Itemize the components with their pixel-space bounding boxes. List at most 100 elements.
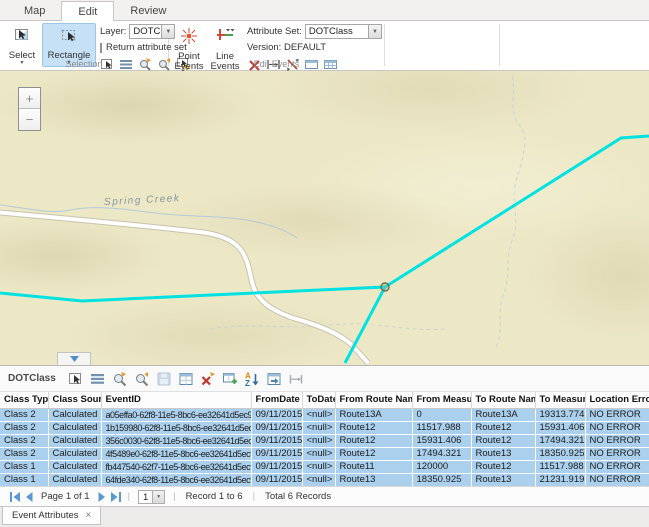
zoom-out-button[interactable]: − bbox=[19, 109, 40, 130]
table-cell[interactable]: Route12 bbox=[335, 421, 412, 434]
table-cell[interactable]: Route12 bbox=[471, 421, 535, 434]
page-number-caret-icon[interactable]: ▼ bbox=[152, 491, 164, 503]
table-cell[interactable]: fb447540-62f7-11e5-8bc6-ee32641d5ec9 bbox=[101, 460, 251, 473]
table-cell[interactable]: Route12 bbox=[471, 460, 535, 473]
zoom-in-button[interactable]: + bbox=[19, 88, 40, 109]
table-cell[interactable]: 11517.988 bbox=[535, 460, 585, 473]
show-panel-icon[interactable] bbox=[266, 371, 282, 387]
table-cell[interactable]: Route13A bbox=[335, 408, 412, 421]
menu-icon[interactable] bbox=[90, 371, 106, 387]
table-cell[interactable]: 4f5489e0-62f8-11e5-8bc6-ee32641d5ec9 bbox=[101, 447, 251, 460]
table-cell[interactable]: Route13 bbox=[335, 473, 412, 486]
add-record-icon[interactable] bbox=[222, 371, 238, 387]
table-cell[interactable]: Route13 bbox=[471, 473, 535, 486]
table-cell[interactable]: <null> bbox=[302, 447, 335, 460]
table-row[interactable]: Class 2Calculated356c0030-62f8-11e5-8bc6… bbox=[0, 434, 649, 447]
table-cell[interactable]: 15931.406 bbox=[535, 421, 585, 434]
table-cell[interactable]: 120000 bbox=[412, 460, 471, 473]
tab-map[interactable]: Map bbox=[8, 2, 61, 20]
table-cell[interactable]: NO ERROR bbox=[585, 421, 649, 434]
table-cell[interactable]: NO ERROR bbox=[585, 460, 649, 473]
table-cell[interactable]: Route12 bbox=[335, 434, 412, 447]
pan-to-record-icon[interactable] bbox=[134, 371, 150, 387]
table-cell[interactable]: Calculated bbox=[48, 460, 101, 473]
table-cell[interactable]: NO ERROR bbox=[585, 434, 649, 447]
select-records-icon[interactable] bbox=[68, 371, 84, 387]
table-cell[interactable]: Calculated bbox=[48, 434, 101, 447]
table-cell[interactable]: 09/11/2015 bbox=[251, 473, 302, 486]
table-cell[interactable]: 19313.774 bbox=[535, 408, 585, 421]
table-cell[interactable]: 09/11/2015 bbox=[251, 460, 302, 473]
column-header[interactable]: EventID bbox=[101, 392, 251, 408]
save-icon[interactable] bbox=[156, 371, 172, 387]
table-cell[interactable]: 1b159980-62f8-11e5-8bc6-ee32641d5ec9 bbox=[101, 421, 251, 434]
attribute-set-dropdown-caret-icon[interactable]: ▼ bbox=[368, 25, 381, 38]
first-page-button[interactable] bbox=[8, 490, 22, 504]
table-cell[interactable]: Class 2 bbox=[0, 434, 48, 447]
table-cell[interactable]: 09/11/2015 bbox=[251, 447, 302, 460]
table-cell[interactable]: Calculated bbox=[48, 473, 101, 486]
last-page-button[interactable] bbox=[109, 490, 123, 504]
table-row[interactable]: Class 2Calculated1b159980-62f8-11e5-8bc6… bbox=[0, 421, 649, 434]
table-cell[interactable]: 09/11/2015 bbox=[251, 408, 302, 421]
column-header[interactable]: From Measure bbox=[412, 392, 471, 408]
table-cell[interactable]: 21231.919 bbox=[535, 473, 585, 486]
tab-review[interactable]: Review bbox=[114, 2, 182, 20]
table-cell[interactable]: 17494.321 bbox=[535, 434, 585, 447]
table-row[interactable]: Class 2Calculateda05effa0-62f8-11e5-8bc6… bbox=[0, 408, 649, 421]
table-cell[interactable]: 09/11/2015 bbox=[251, 421, 302, 434]
close-icon[interactable]: × bbox=[86, 511, 92, 521]
attribute-window-icon[interactable] bbox=[178, 371, 194, 387]
column-header[interactable]: ToDate bbox=[302, 392, 335, 408]
column-header[interactable]: Class Type bbox=[0, 392, 48, 408]
table-cell[interactable]: <null> bbox=[302, 434, 335, 447]
previous-page-button[interactable] bbox=[22, 490, 36, 504]
table-cell[interactable]: 09/11/2015 bbox=[251, 434, 302, 447]
table-cell[interactable]: 18350.925 bbox=[412, 473, 471, 486]
table-cell[interactable]: Route13A bbox=[471, 408, 535, 421]
tab-edit[interactable]: Edit bbox=[61, 1, 114, 21]
column-header[interactable]: To Measure bbox=[535, 392, 585, 408]
table-cell[interactable]: 0 bbox=[412, 408, 471, 421]
table-cell[interactable]: 17494.321 bbox=[412, 447, 471, 460]
table-cell[interactable]: <null> bbox=[302, 408, 335, 421]
table-cell[interactable]: Route13 bbox=[471, 447, 535, 460]
table-cell[interactable]: Route12 bbox=[471, 434, 535, 447]
table-cell[interactable]: <null> bbox=[302, 460, 335, 473]
table-row[interactable]: Class 2Calculated4f5489e0-62f8-11e5-8bc6… bbox=[0, 447, 649, 460]
table-cell[interactable]: Calculated bbox=[48, 408, 101, 421]
column-header[interactable]: FromDate bbox=[251, 392, 302, 408]
delete-record-icon[interactable] bbox=[200, 371, 216, 387]
table-cell[interactable]: <null> bbox=[302, 473, 335, 486]
table-cell[interactable]: a05effa0-62f8-11e5-8bc6-ee32641d5ec9 bbox=[101, 408, 251, 421]
panel-collapse-button[interactable] bbox=[57, 352, 91, 365]
zoom-to-record-icon[interactable] bbox=[112, 371, 128, 387]
table-cell[interactable]: 18350.925 bbox=[535, 447, 585, 460]
table-cell[interactable]: 64fde340-62f8-11e5-8bc6-ee32641d5ec9 bbox=[101, 473, 251, 486]
attribute-set-dropdown[interactable]: DOTClass ▼ bbox=[305, 24, 382, 39]
table-cell[interactable]: Class 2 bbox=[0, 447, 48, 460]
measure-icon[interactable] bbox=[288, 371, 304, 387]
map-canvas[interactable]: Spring Creek + − bbox=[0, 71, 649, 365]
return-attribute-set-checkbox[interactable] bbox=[100, 43, 102, 53]
table-cell[interactable]: Class 2 bbox=[0, 421, 48, 434]
table-cell[interactable]: NO ERROR bbox=[585, 473, 649, 486]
table-cell[interactable]: NO ERROR bbox=[585, 408, 649, 421]
column-header[interactable]: From Route Name bbox=[335, 392, 412, 408]
column-header[interactable]: To Route Name bbox=[471, 392, 535, 408]
column-header[interactable]: Class Source bbox=[48, 392, 101, 408]
table-cell[interactable]: Route12 bbox=[335, 447, 412, 460]
page-number-selector[interactable]: 1 ▼ bbox=[138, 490, 165, 504]
table-cell[interactable]: 11517.988 bbox=[412, 421, 471, 434]
table-cell[interactable]: Calculated bbox=[48, 421, 101, 434]
table-row[interactable]: Class 1Calculatedfb447540-62f7-11e5-8bc6… bbox=[0, 460, 649, 473]
table-cell[interactable]: 15931.406 bbox=[412, 434, 471, 447]
column-header[interactable]: Location Error bbox=[585, 392, 649, 408]
table-cell[interactable]: Class 2 bbox=[0, 408, 48, 421]
tab-event-attributes[interactable]: Event Attributes × bbox=[2, 507, 101, 525]
table-cell[interactable]: Calculated bbox=[48, 447, 101, 460]
table-row[interactable]: Class 1Calculated64fde340-62f8-11e5-8bc6… bbox=[0, 473, 649, 486]
next-page-button[interactable] bbox=[95, 490, 109, 504]
sort-icon[interactable]: A Z bbox=[244, 371, 260, 387]
table-cell[interactable]: NO ERROR bbox=[585, 447, 649, 460]
